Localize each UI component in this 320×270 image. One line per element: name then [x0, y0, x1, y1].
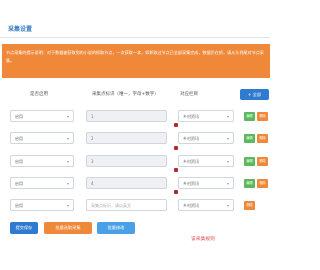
edit-button[interactable]: 编辑: [244, 112, 255, 121]
target-select-value: 乡村资讯: [183, 136, 199, 141]
status-select[interactable]: 启用 ▾: [10, 155, 74, 167]
edit-button[interactable]: 编辑: [244, 134, 255, 143]
status-select[interactable]: 启用 ▾: [10, 132, 74, 144]
marker-icon: [174, 168, 178, 172]
status-select-value: 启用: [15, 159, 23, 164]
target-select[interactable]: 乡村资讯 ▾: [178, 132, 234, 144]
notice-banner: 节点采集的提示说明：对于数据被获取到的小说的抓取节点，一次获取一本，如抓取过节点…: [2, 44, 270, 78]
column-header-identifier: 采集点标识（唯一，字母+数字）: [92, 92, 159, 97]
chevron-down-icon: ▾: [66, 159, 69, 164]
target-select-value: 乡村资讯: [183, 159, 199, 164]
chevron-down-icon: ▾: [226, 136, 229, 141]
delete-button[interactable]: 删除: [257, 179, 268, 188]
target-select[interactable]: 乡村资讯 ▾: [178, 110, 234, 122]
add-all-button[interactable]: + 全部: [240, 89, 269, 100]
page-title: 采集设置: [8, 26, 33, 33]
delete-button[interactable]: 删除: [257, 157, 268, 166]
delete-button[interactable]: 删除: [244, 201, 255, 210]
target-select-value: 乡村资讯: [183, 114, 199, 119]
marker-icon: [174, 146, 178, 150]
status-select[interactable]: 启用 ▾: [10, 177, 74, 189]
target-select-value: 乡村资讯: [183, 203, 199, 208]
edit-button[interactable]: 编辑: [244, 157, 255, 166]
chevron-down-icon: ▾: [66, 114, 69, 119]
target-select-value: 乡村资讯: [183, 181, 199, 186]
status-select-value: 启用: [15, 203, 23, 208]
status-select-value: 启用: [15, 114, 23, 119]
chevron-down-icon: ▾: [66, 203, 69, 208]
chevron-down-icon: ▾: [226, 181, 229, 186]
status-select[interactable]: 启用 ▾: [10, 199, 74, 211]
column-header-target: 对应栏目: [180, 92, 198, 97]
marker-icon: [174, 190, 178, 194]
identifier-input[interactable]: 采集点标识，请以英文: [86, 199, 167, 211]
page-header: 采集设置: [0, 0, 270, 46]
edit-button[interactable]: 编辑: [244, 179, 255, 188]
chevron-down-icon: ▾: [226, 159, 229, 164]
title-divider: [0, 37, 270, 38]
status-select[interactable]: 启用 ▾: [10, 110, 74, 122]
red-note: 该采集规则: [191, 237, 215, 242]
identifier-input[interactable]: 2: [86, 132, 167, 144]
target-select[interactable]: 乡村资讯 ▾: [178, 177, 234, 189]
chevron-down-icon: ▾: [226, 114, 229, 119]
chevron-down-icon: ▾: [226, 203, 229, 208]
target-select[interactable]: 乡村资讯 ▾: [178, 199, 234, 211]
target-select[interactable]: 乡村资讯 ▾: [178, 155, 234, 167]
identifier-input[interactable]: 4: [86, 177, 167, 189]
identifier-input[interactable]: 1: [86, 110, 167, 122]
marker-icon: [174, 123, 178, 127]
identifier-input[interactable]: 3: [86, 155, 167, 167]
delete-button[interactable]: 删除: [257, 134, 268, 143]
column-header-status: 是否启用: [30, 92, 48, 97]
chevron-down-icon: ▾: [66, 181, 69, 186]
save-button[interactable]: 提交保存: [10, 222, 38, 234]
delete-button[interactable]: 删除: [257, 112, 268, 121]
batch-select-button[interactable]: 批量选取采集: [44, 222, 92, 234]
chevron-down-icon: ▾: [66, 136, 69, 141]
status-select-value: 启用: [15, 136, 23, 141]
status-select-value: 启用: [15, 181, 23, 186]
batch-edit-button[interactable]: 批量修改: [97, 222, 135, 234]
